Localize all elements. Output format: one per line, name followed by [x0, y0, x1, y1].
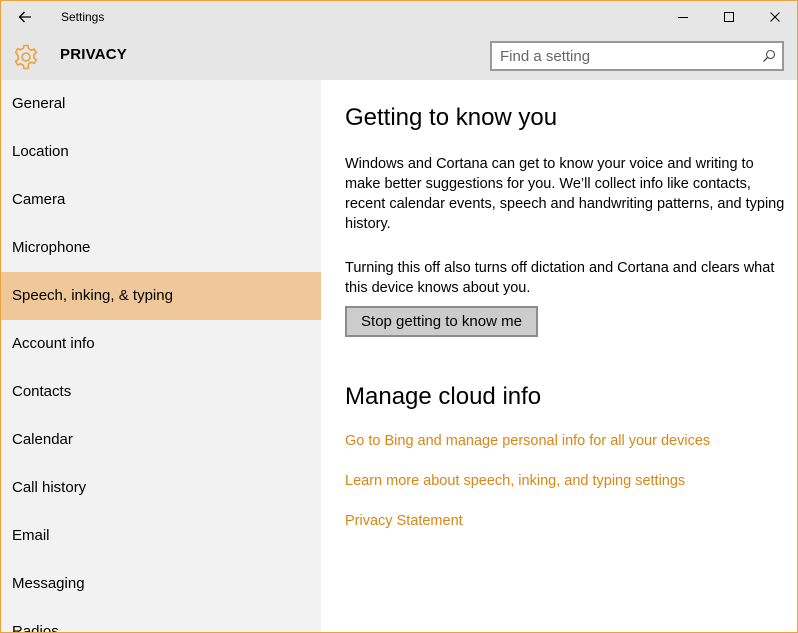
window-title: Settings	[61, 10, 105, 24]
learn-more-link[interactable]: Learn more about speech, inking, and typ…	[345, 473, 685, 489]
sidebar-nav: General Location Camera Microphone Speec…	[1, 80, 321, 632]
sidebar-item-camera[interactable]: Camera	[1, 176, 321, 224]
sidebar-item-email[interactable]: Email	[1, 512, 321, 560]
main-content: Getting to know you Windows and Cortana …	[321, 80, 797, 632]
page-title: PRIVACY	[60, 46, 127, 63]
sidebar-item-contacts[interactable]: Contacts	[1, 368, 321, 416]
back-arrow-icon	[18, 11, 31, 23]
sidebar-item-call-history[interactable]: Call history	[1, 464, 321, 512]
close-button[interactable]	[752, 1, 797, 33]
settings-window: Settings PRIVACY Find a setting General …	[0, 0, 798, 633]
close-icon	[770, 12, 780, 22]
search-box[interactable]	[490, 41, 784, 71]
search-input[interactable]	[500, 46, 750, 66]
gear-icon	[14, 44, 38, 70]
section-heading-getting-to-know-you: Getting to know you	[345, 104, 558, 131]
description-paragraph: Windows and Cortana can get to know your…	[345, 156, 785, 232]
privacy-statement-link[interactable]: Privacy Statement	[345, 513, 463, 529]
sidebar-item-radios[interactable]: Radios	[1, 608, 321, 632]
stop-getting-to-know-me-button[interactable]: Stop getting to know me	[345, 306, 538, 337]
sidebar-item-messaging[interactable]: Messaging	[1, 560, 321, 608]
sidebar-item-calendar[interactable]: Calendar	[1, 416, 321, 464]
minimize-button[interactable]	[660, 1, 706, 33]
sidebar-item-speech-inking-typing[interactable]: Speech, inking, & typing	[1, 272, 321, 320]
sidebar-item-location[interactable]: Location	[1, 128, 321, 176]
minimize-icon	[678, 17, 688, 18]
search-icon[interactable]	[762, 49, 776, 63]
back-button[interactable]	[1, 1, 49, 33]
title-bar: Settings	[1, 1, 797, 33]
maximize-icon	[724, 12, 734, 22]
sidebar-item-account-info[interactable]: Account info	[1, 320, 321, 368]
page-header: PRIVACY	[1, 33, 797, 80]
maximize-button[interactable]	[706, 1, 752, 33]
sidebar-item-general[interactable]: General	[1, 80, 321, 128]
warning-paragraph: Turning this off also turns off dictatio…	[345, 260, 775, 296]
sidebar-item-microphone[interactable]: Microphone	[1, 224, 321, 272]
section-heading-manage-cloud-info: Manage cloud info	[345, 383, 542, 410]
bing-manage-info-link[interactable]: Go to Bing and manage personal info for …	[345, 433, 710, 449]
